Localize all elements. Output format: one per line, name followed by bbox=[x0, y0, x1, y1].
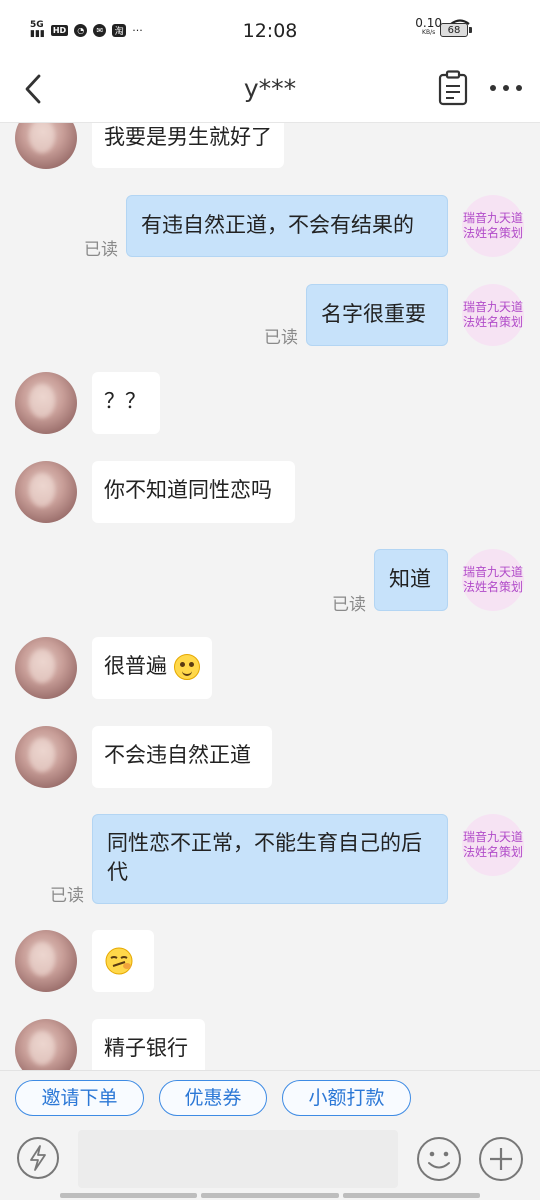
message-text: 不会违自然正道 bbox=[104, 743, 251, 767]
buyer-avatar[interactable] bbox=[15, 726, 77, 788]
buyer-avatar[interactable] bbox=[15, 372, 77, 434]
smile-emoji-icon bbox=[173, 654, 200, 680]
message-bubble-received[interactable]: ？？ bbox=[92, 372, 160, 434]
message-text: 有违自然正道，不会有结果的 bbox=[141, 213, 414, 237]
message-text: ？？ bbox=[104, 389, 146, 413]
message-text: 名字很重要 bbox=[321, 302, 426, 326]
network-speed: 0.10 KB/s bbox=[415, 16, 442, 36]
add-plus-icon[interactable] bbox=[478, 1136, 524, 1182]
order-clipboard-icon[interactable] bbox=[438, 70, 468, 106]
quick-reply-lightning-icon[interactable] bbox=[16, 1136, 60, 1180]
seller-avatar[interactable]: 瑞音九天道法姓名策划 bbox=[462, 814, 524, 876]
chat-messages[interactable]: 我要是男生就好了 已读 有违自然正道，不会有结果的 瑞音九天道法姓名策划 已读 … bbox=[0, 123, 540, 1070]
quick-actions-bar: 邀请下单 优惠券 小额打款 bbox=[0, 1070, 540, 1127]
message-bubble-received[interactable]: 你不知道同性恋吗 bbox=[92, 461, 295, 523]
message-text: 你不知道同性恋吗 bbox=[104, 478, 272, 502]
back-arrow-icon[interactable] bbox=[22, 72, 44, 106]
message-text: 我要是男生就好了 bbox=[104, 125, 272, 149]
message-text: 知道 bbox=[389, 567, 431, 591]
message-bubble-received[interactable]: 我要是男生就好了 bbox=[92, 123, 284, 168]
message-bubble-received[interactable] bbox=[92, 930, 154, 992]
message-bubble-sent[interactable]: 知道 bbox=[374, 549, 448, 611]
read-receipt: 已读 bbox=[84, 240, 118, 260]
seller-avatar[interactable]: 瑞音九天道法姓名策划 bbox=[462, 195, 524, 257]
message-bubble-received[interactable]: 精子银行 bbox=[92, 1019, 205, 1070]
message-input[interactable] bbox=[78, 1130, 398, 1188]
message-bubble-sent[interactable]: 同性恋不正常，不能生育自己的后代 bbox=[92, 814, 448, 904]
system-nav-bar bbox=[60, 1193, 480, 1198]
coupon-button[interactable]: 优惠券 bbox=[159, 1080, 267, 1116]
seller-avatar[interactable]: 瑞音九天道法姓名策划 bbox=[462, 549, 524, 611]
small-payment-button[interactable]: 小额打款 bbox=[282, 1080, 411, 1116]
message-bubble-received[interactable]: 很普遍 bbox=[92, 637, 212, 699]
more-options-icon[interactable] bbox=[488, 75, 524, 101]
sleepy-face-emoji-icon bbox=[105, 947, 133, 975]
status-bar: 5G ▮▮▮ HD ◔ ✉ 淘 ··· 12:08 0.10 KB/s 68 bbox=[0, 0, 540, 60]
invite-order-button[interactable]: 邀请下单 bbox=[15, 1080, 144, 1116]
message-text: 精子银行 bbox=[104, 1036, 188, 1060]
battery-icon: 68 bbox=[440, 23, 472, 37]
message-bubble-sent[interactable]: 名字很重要 bbox=[306, 284, 448, 346]
buyer-avatar[interactable] bbox=[15, 1019, 77, 1070]
buyer-avatar[interactable] bbox=[15, 930, 77, 992]
read-receipt: 已读 bbox=[332, 595, 366, 615]
chat-header: y*** bbox=[0, 60, 540, 123]
message-text: 同性恋不正常，不能生育自己的后代 bbox=[107, 831, 422, 884]
seller-avatar[interactable]: 瑞音九天道法姓名策划 bbox=[462, 284, 524, 346]
message-text: 很普遍 bbox=[104, 654, 167, 678]
buyer-avatar[interactable] bbox=[15, 461, 77, 523]
message-bubble-received[interactable]: 不会违自然正道 bbox=[92, 726, 272, 788]
read-receipt: 已读 bbox=[50, 886, 84, 906]
emoji-face-icon[interactable] bbox=[416, 1136, 462, 1182]
message-bubble-sent[interactable]: 有违自然正道，不会有结果的 bbox=[126, 195, 448, 257]
buyer-avatar[interactable] bbox=[15, 637, 77, 699]
buyer-avatar[interactable] bbox=[15, 123, 77, 169]
message-input-bar bbox=[0, 1127, 540, 1200]
read-receipt: 已读 bbox=[264, 328, 298, 348]
